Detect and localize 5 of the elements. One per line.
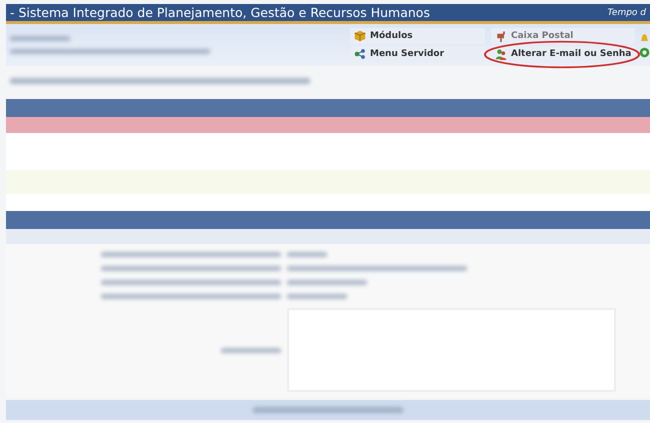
menu-button[interactable]: Módulos	[350, 28, 485, 44]
window-title: - Sistema Integrado de Planejamento, Gestão e Recursos Humanos	[10, 5, 430, 20]
session-timer-label: Tempo d	[608, 8, 646, 18]
menu-button[interactable]: Alterar E-mail ou Senha	[491, 46, 635, 62]
menu-button[interactable]: Menu Servidor	[350, 46, 485, 62]
